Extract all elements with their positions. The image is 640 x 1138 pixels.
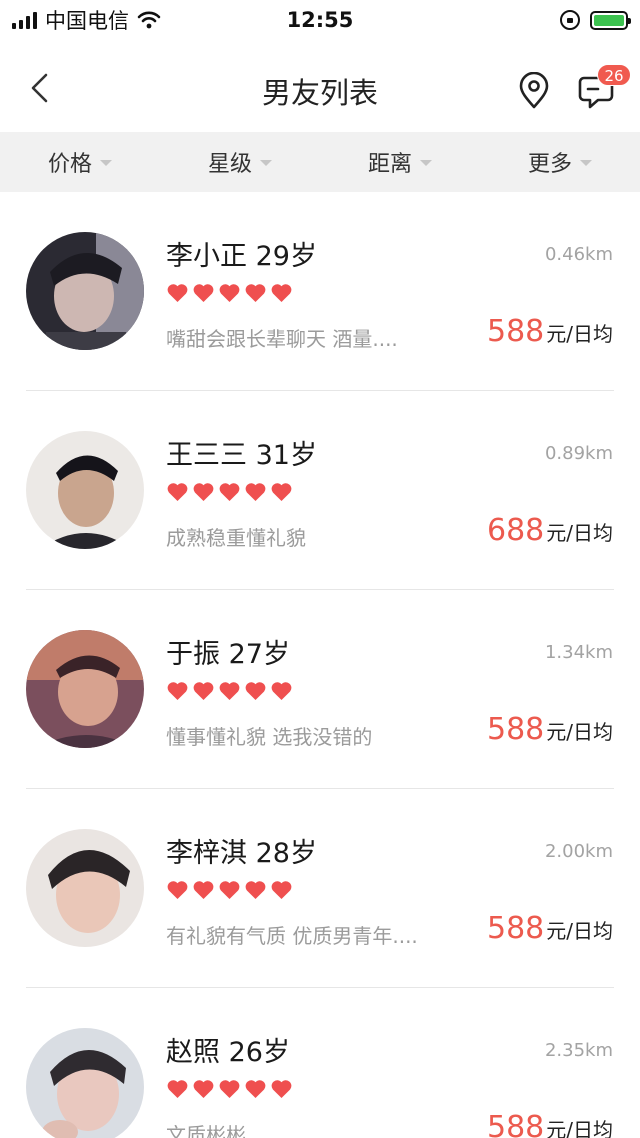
price: 588 元/日均 (487, 1110, 613, 1138)
price-value: 588 (486, 1110, 545, 1138)
profile-name: 李梓淇 28岁 (166, 838, 317, 869)
price: 588 元/日均 (487, 712, 613, 747)
heart-icon (271, 682, 292, 701)
profile-name: 王三三 31岁 (166, 440, 317, 471)
profile-name: 于振 27岁 (166, 639, 290, 670)
filter-bar: 价格 星级 距离 更多 (0, 132, 640, 192)
message-badge: 26 (597, 64, 631, 86)
rating-hearts (166, 481, 293, 502)
heart-icon (193, 682, 214, 701)
heart-icon (245, 483, 266, 502)
profile-description: 懂事懂礼貌 选我没错的 (166, 725, 373, 749)
nav-bar: 男友列表 26 (0, 40, 640, 132)
status-left: 中国电信 (12, 5, 252, 35)
list-item[interactable]: 于振 27岁 1.34km 懂事懂礼貌 选我没错的 588 元/日均 (0, 590, 640, 789)
caret-down-icon (580, 160, 592, 166)
profile-distance: 2.00km (544, 841, 613, 862)
avatar (26, 829, 144, 947)
avatar (26, 1028, 144, 1138)
profile-distance: 1.34km (544, 642, 613, 663)
avatar (26, 630, 144, 748)
price: 588 元/日均 (487, 911, 613, 946)
filter-distance[interactable]: 距离 (320, 132, 480, 192)
status-right (560, 10, 631, 30)
heart-icon (193, 284, 214, 303)
filter-more[interactable]: 更多 (480, 132, 640, 192)
profile-description: 文质彬彬 (166, 1123, 246, 1138)
filter-label: 更多 (527, 152, 572, 177)
list-item[interactable]: 李梓淇 28岁 2.00km 有礼貌有气质 优质男青年.... 588 元/日均 (0, 789, 640, 988)
filter-price[interactable]: 价格 (0, 132, 160, 192)
heart-icon (271, 881, 292, 900)
price-value: 688 (486, 513, 545, 548)
filter-label: 价格 (47, 152, 92, 177)
rating-hearts (166, 1078, 293, 1099)
heart-icon (193, 881, 214, 900)
heart-icon (167, 483, 188, 502)
price-unit: 元/日均 (546, 1118, 613, 1138)
profile-distance: 2.35km (544, 1040, 613, 1061)
heart-icon (245, 284, 266, 303)
caret-down-icon (100, 160, 112, 166)
filter-label: 星级 (207, 152, 252, 177)
heart-icon (167, 284, 188, 303)
orientation-lock-icon (560, 10, 580, 30)
rating-hearts (166, 879, 293, 900)
heart-icon (245, 1080, 266, 1099)
chevron-left-icon[interactable] (22, 70, 58, 106)
heart-icon (219, 483, 240, 502)
profile-name: 赵照 26岁 (166, 1037, 290, 1068)
price: 588 元/日均 (487, 314, 613, 349)
status-bar: 中国电信 12:55 (0, 0, 640, 40)
rating-hearts (166, 680, 293, 701)
profile-description: 成熟稳重懂礼貌 (166, 526, 306, 550)
profile-distance: 0.46km (544, 244, 613, 265)
heart-icon (193, 483, 214, 502)
location-pin-icon[interactable] (516, 72, 552, 110)
price-unit: 元/日均 (546, 322, 613, 346)
filter-rating[interactable]: 星级 (160, 132, 320, 192)
heart-icon (271, 1080, 292, 1099)
heart-icon (271, 284, 292, 303)
price-unit: 元/日均 (546, 919, 613, 943)
signal-icon (12, 11, 37, 29)
heart-icon (219, 284, 240, 303)
battery-fill (594, 14, 624, 26)
price-value: 588 (486, 911, 545, 946)
caret-down-icon (420, 160, 432, 166)
list-item[interactable]: 李小正 29岁 0.46km 嘴甜会跟长辈聊天 酒量.... 588 元/日均 (0, 192, 640, 391)
profile-description: 有礼貌有气质 优质男青年.... (166, 924, 418, 948)
price: 688 元/日均 (487, 513, 613, 548)
wifi-icon (137, 11, 161, 29)
price-value: 588 (486, 712, 545, 747)
heart-icon (219, 881, 240, 900)
heart-icon (245, 881, 266, 900)
profile-name: 李小正 29岁 (166, 241, 317, 272)
list-item[interactable]: 赵照 26岁 2.35km 文质彬彬 588 元/日均 (0, 988, 640, 1138)
profile-description: 嘴甜会跟长辈聊天 酒量.... (166, 327, 398, 351)
heart-icon (271, 483, 292, 502)
battery-icon (590, 10, 631, 30)
price-unit: 元/日均 (546, 720, 613, 744)
heart-icon (193, 1080, 214, 1099)
profile-distance: 0.89km (544, 443, 613, 464)
avatar (26, 232, 144, 350)
heart-icon (167, 1080, 188, 1099)
heart-icon (245, 682, 266, 701)
heart-icon (167, 682, 188, 701)
filter-label: 距离 (367, 152, 412, 177)
price-unit: 元/日均 (546, 521, 613, 545)
avatar (26, 431, 144, 549)
price-value: 588 (486, 314, 545, 349)
caret-down-icon (260, 160, 272, 166)
heart-icon (219, 682, 240, 701)
rating-hearts (166, 282, 293, 303)
carrier-label: 中国电信 (45, 9, 129, 33)
heart-icon (167, 881, 188, 900)
heart-icon (219, 1080, 240, 1099)
profile-list: 李小正 29岁 0.46km 嘴甜会跟长辈聊天 酒量.... 588 元/日均 … (0, 192, 640, 1138)
list-item[interactable]: 王三三 31岁 0.89km 成熟稳重懂礼貌 688 元/日均 (0, 391, 640, 590)
